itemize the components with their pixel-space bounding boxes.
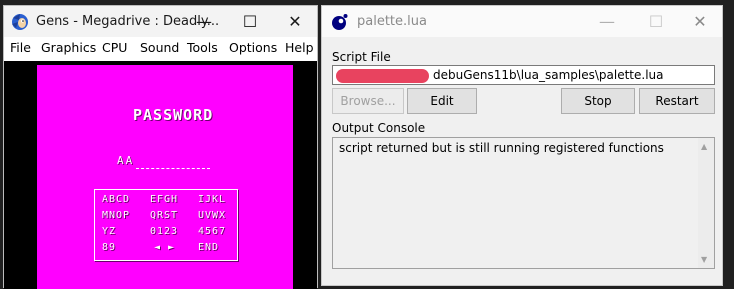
password-entry-blanks bbox=[136, 168, 210, 170]
close-button[interactable]: ✕ bbox=[272, 6, 318, 37]
edit-button-label: Edit bbox=[430, 94, 454, 108]
grid-cell: YZ bbox=[102, 226, 117, 237]
console-output-text: script returned but is still running reg… bbox=[339, 141, 664, 155]
scroll-up-icon[interactable]: ▲ bbox=[701, 142, 707, 151]
grid-cell: MNOP bbox=[102, 210, 131, 221]
output-console-label: Output Console bbox=[332, 121, 426, 135]
maximize-icon: ☐ bbox=[242, 12, 258, 31]
script-path-text: debuGens11b\lua_samples\palette.lua bbox=[433, 68, 664, 82]
lua-script-window: palette.lua — ☐ ✕ Script File debuGens11… bbox=[321, 5, 723, 286]
scroll-down-icon[interactable]: ▼ bbox=[701, 255, 707, 264]
grid-cell: 89 bbox=[102, 242, 117, 253]
gens-title-bar[interactable]: Gens - Megadrive : Deadly... — ☐ ✕ bbox=[4, 6, 317, 37]
menu-sound[interactable]: Sound bbox=[140, 40, 179, 55]
browse-button[interactable]: Browse... bbox=[332, 88, 404, 114]
grid-cell: EFGH bbox=[150, 194, 179, 205]
menu-tools[interactable]: Tools bbox=[187, 40, 218, 55]
maximize-icon: ☐ bbox=[648, 12, 664, 31]
password-heading: PASSWORD bbox=[133, 106, 214, 124]
close-icon: ✕ bbox=[693, 12, 707, 31]
menu-cpu[interactable]: CPU bbox=[102, 40, 127, 55]
edit-button[interactable]: Edit bbox=[407, 88, 477, 114]
grid-cell: 0123 bbox=[150, 226, 179, 237]
console-scrollbar[interactable]: ▲ ▼ bbox=[698, 138, 714, 268]
grid-cell: END bbox=[198, 242, 220, 253]
redacted-path-segment bbox=[336, 69, 429, 83]
menu-help[interactable]: Help bbox=[285, 40, 314, 55]
window-title: palette.lua bbox=[357, 14, 427, 29]
grid-cell: IJKL bbox=[198, 194, 227, 205]
maximize-button[interactable]: ☐ bbox=[227, 6, 273, 37]
browse-button-label: Browse... bbox=[340, 94, 396, 108]
menu-options[interactable]: Options bbox=[229, 40, 277, 55]
menu-graphics[interactable]: Graphics bbox=[41, 40, 96, 55]
gens-window: Gens - Megadrive : Deadly... — ☐ ✕ File … bbox=[3, 5, 318, 289]
game-screen: PASSWORD AA ABCD EFGH IJKL MNOP QRST UVW… bbox=[37, 65, 293, 289]
restart-button[interactable]: Restart bbox=[639, 88, 715, 114]
sonic-app-icon bbox=[12, 14, 28, 30]
menu-bar: File Graphics CPU Sound Tools Options He… bbox=[4, 37, 317, 59]
minimize-button[interactable]: — bbox=[584, 6, 630, 37]
grid-cell: 4567 bbox=[198, 226, 227, 237]
script-file-label: Script File bbox=[332, 50, 391, 64]
menu-file[interactable]: File bbox=[10, 40, 31, 55]
restart-button-label: Restart bbox=[655, 94, 699, 108]
close-icon: ✕ bbox=[288, 12, 302, 31]
close-button[interactable]: ✕ bbox=[677, 6, 723, 37]
output-console[interactable]: script returned but is still running reg… bbox=[332, 137, 715, 269]
lua-icon bbox=[332, 14, 348, 30]
game-viewport[interactable]: PASSWORD AA ABCD EFGH IJKL MNOP QRST UVW… bbox=[4, 61, 317, 289]
grid-cell: UVWX bbox=[198, 210, 227, 221]
character-grid: ABCD EFGH IJKL MNOP QRST UVWX YZ 0123 45… bbox=[94, 189, 238, 261]
grid-cell: ABCD bbox=[102, 194, 131, 205]
lua-title-bar[interactable]: palette.lua — ☐ ✕ bbox=[322, 6, 722, 37]
grid-cell: QRST bbox=[150, 210, 179, 221]
stop-button-label: Stop bbox=[584, 94, 612, 108]
stop-button[interactable]: Stop bbox=[561, 88, 635, 114]
maximize-button[interactable]: ☐ bbox=[633, 6, 679, 37]
script-file-path-field[interactable]: debuGens11b\lua_samples\palette.lua bbox=[332, 65, 715, 85]
minimize-icon: — bbox=[196, 12, 212, 31]
minimize-icon: — bbox=[599, 12, 615, 31]
minimize-button[interactable]: — bbox=[181, 6, 227, 37]
password-entry: AA bbox=[117, 154, 135, 167]
grid-cell: ◄ ► bbox=[154, 242, 176, 253]
